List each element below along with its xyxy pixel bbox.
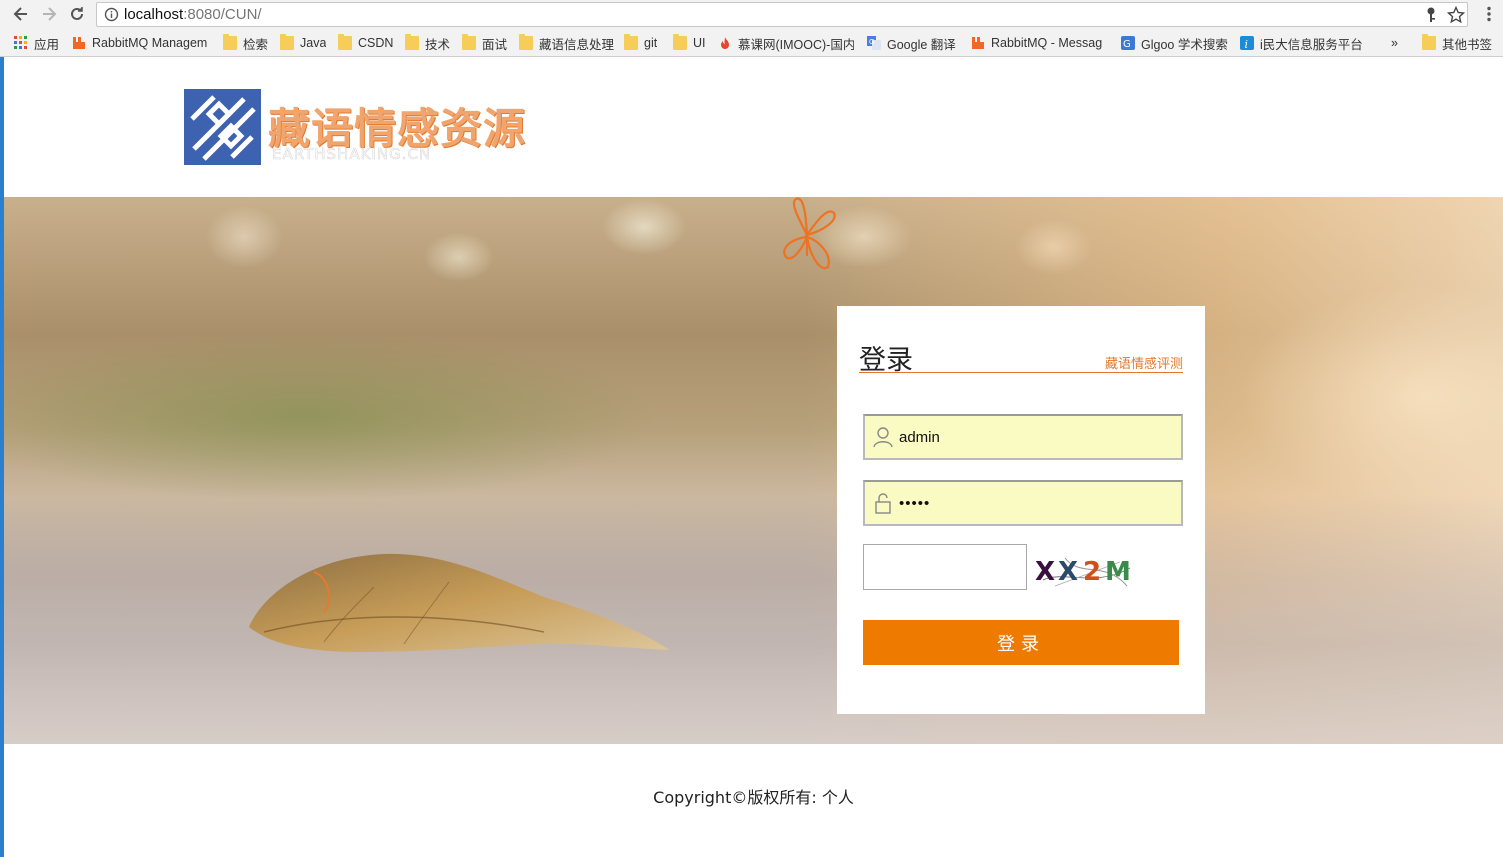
butterfly-icon	[783, 197, 836, 270]
bookmark-label: Java	[300, 36, 327, 50]
svg-text:X: X	[1058, 557, 1078, 587]
bookmark-glgoo[interactable]: G Glgoo 学术搜索	[1121, 34, 1228, 52]
lock-icon	[875, 493, 891, 514]
overflow-chevron-icon: »	[1391, 36, 1398, 50]
bookmark-rabbitmq-messaging[interactable]: RabbitMQ - Messag	[971, 34, 1105, 52]
reload-icon	[71, 7, 83, 20]
bookmark-label: 藏语信息处理	[539, 37, 615, 52]
bookmark-label: RabbitMQ - Messag	[991, 36, 1103, 50]
bookmark-other-bookmarks[interactable]: 其他书签	[1422, 34, 1492, 52]
title-divider	[859, 372, 1183, 373]
forward-button[interactable]	[38, 3, 60, 25]
bookmark-folder-search[interactable]: 检索	[223, 34, 268, 52]
password-field[interactable]	[863, 480, 1183, 526]
star-icon[interactable]	[1447, 6, 1465, 24]
bookmark-label: 慕课网(IMOOC)-国内	[738, 37, 854, 52]
address-bar[interactable]: localhost:8080/CUN/	[96, 2, 1468, 27]
password-input[interactable]	[899, 492, 1169, 514]
bookmark-rabbitmq-management[interactable]: RabbitMQ Managem	[72, 34, 208, 52]
folder-icon	[280, 34, 294, 50]
captcha-input[interactable]	[863, 544, 1027, 590]
logo-subtitle: EARTHSHAKING.CN	[272, 145, 432, 164]
url-host: localhost	[124, 6, 184, 23]
user-icon	[873, 427, 893, 448]
folder-icon	[223, 34, 237, 50]
info-icon[interactable]	[104, 7, 119, 22]
hero-banner: 登录 藏语情感评测 admin ••••• X X 2 M 登录	[4, 197, 1503, 744]
browser-menu-button[interactable]	[1478, 2, 1500, 26]
menu-dots-icon	[1487, 6, 1491, 22]
fire-icon	[721, 37, 729, 49]
bookmark-minda-info[interactable]: i i民大信息服务平台	[1240, 34, 1363, 52]
bookmark-label: CSDN	[358, 36, 394, 50]
logo-mark-icon	[184, 89, 261, 165]
bookmark-label: 检索	[243, 37, 269, 52]
bookmark-label: Glgoo 学术搜索	[1141, 37, 1228, 52]
folder-icon	[1422, 34, 1436, 50]
leaf-image	[249, 553, 669, 652]
login-card: 登录 藏语情感评测 admin ••••• X X 2 M 登录	[837, 306, 1205, 714]
apps-grid-icon	[14, 36, 27, 49]
info-i-icon: i	[1240, 36, 1254, 50]
copyright-footer: Copyright©版权所有: 个人	[653, 788, 854, 807]
folder-icon	[624, 34, 638, 50]
back-button[interactable]	[10, 3, 32, 25]
bookmarks-overflow-button[interactable]: »	[1391, 34, 1398, 52]
svg-text:G: G	[869, 38, 874, 46]
site-logo[interactable]: 藏语情感资源 EARTHSHAKING.CN	[184, 89, 525, 169]
google-translate-icon: G	[867, 36, 881, 50]
svg-text:M: M	[1105, 557, 1131, 587]
bookmark-folder-interview[interactable]: 面试	[462, 34, 507, 52]
bookmark-label: 其他书签	[1442, 37, 1493, 52]
key-icon[interactable]	[1424, 6, 1438, 24]
bookmark-label: 技术	[425, 37, 451, 52]
bookmark-folder-tech[interactable]: 技术	[405, 34, 450, 52]
svg-text:i: i	[1245, 38, 1249, 50]
bookmark-folder-java[interactable]: Java	[280, 34, 326, 52]
folder-icon	[673, 34, 687, 50]
bookmark-label: i民大信息服务平台	[1260, 37, 1363, 52]
arrow-left-icon	[13, 7, 27, 21]
login-button[interactable]: 登录	[863, 620, 1179, 665]
bookmark-label: 面试	[482, 37, 508, 52]
bookmark-label: RabbitMQ Managem	[92, 36, 208, 50]
bookmark-imooc[interactable]: 慕课网(IMOOC)-国内	[718, 34, 854, 52]
tibetan-sentiment-eval-link[interactable]: 藏语情感评测	[1105, 353, 1183, 372]
folder-icon	[338, 34, 352, 50]
folder-icon	[462, 34, 476, 50]
url-text: localhost:8080/CUN/	[124, 6, 262, 23]
svg-text:2: 2	[1083, 557, 1101, 587]
captcha-image[interactable]: X X 2 M	[1035, 550, 1135, 590]
banner-road-overlay	[4, 494, 1503, 744]
bookmark-folder-ui[interactable]: UI	[673, 34, 706, 52]
bookmark-folder-csdn[interactable]: CSDN	[338, 34, 393, 52]
bookmark-label: Google 翻译	[887, 37, 956, 52]
folder-icon	[405, 34, 419, 50]
browser-chrome: localhost:8080/CUN/ 应用 RabbitMQ Managem …	[0, 0, 1503, 57]
bookmark-google-translate[interactable]: G Google 翻译	[867, 34, 956, 52]
reload-button[interactable]	[66, 3, 88, 25]
bookmark-label: 应用	[34, 37, 60, 52]
svg-text:X: X	[1035, 557, 1055, 587]
url-path: :8080/CUN/	[183, 6, 262, 23]
svg-text:G: G	[1123, 39, 1131, 50]
bookmarks-bar: 应用 RabbitMQ Managem 检索 Java CSDN 技术 面试 藏…	[0, 30, 1503, 56]
folder-icon	[519, 34, 533, 50]
rabbitmq-icon	[972, 37, 984, 49]
arrow-right-icon	[43, 7, 57, 21]
bookmark-label: git	[644, 36, 658, 50]
username-field[interactable]	[863, 414, 1183, 460]
page: 藏语情感资源 EARTHSHAKING.CN 登录 藏语情感评测 admin •…	[4, 57, 1503, 857]
bookmark-apps[interactable]: 应用	[14, 34, 59, 52]
username-input[interactable]	[899, 426, 1169, 448]
bookmark-folder-tibetan-processing[interactable]: 藏语信息处理	[519, 34, 614, 52]
glgoo-icon: G	[1121, 36, 1135, 50]
rabbitmq-icon	[73, 37, 85, 49]
bookmark-folder-git[interactable]: git	[624, 34, 657, 52]
bookmark-label: UI	[693, 36, 706, 50]
